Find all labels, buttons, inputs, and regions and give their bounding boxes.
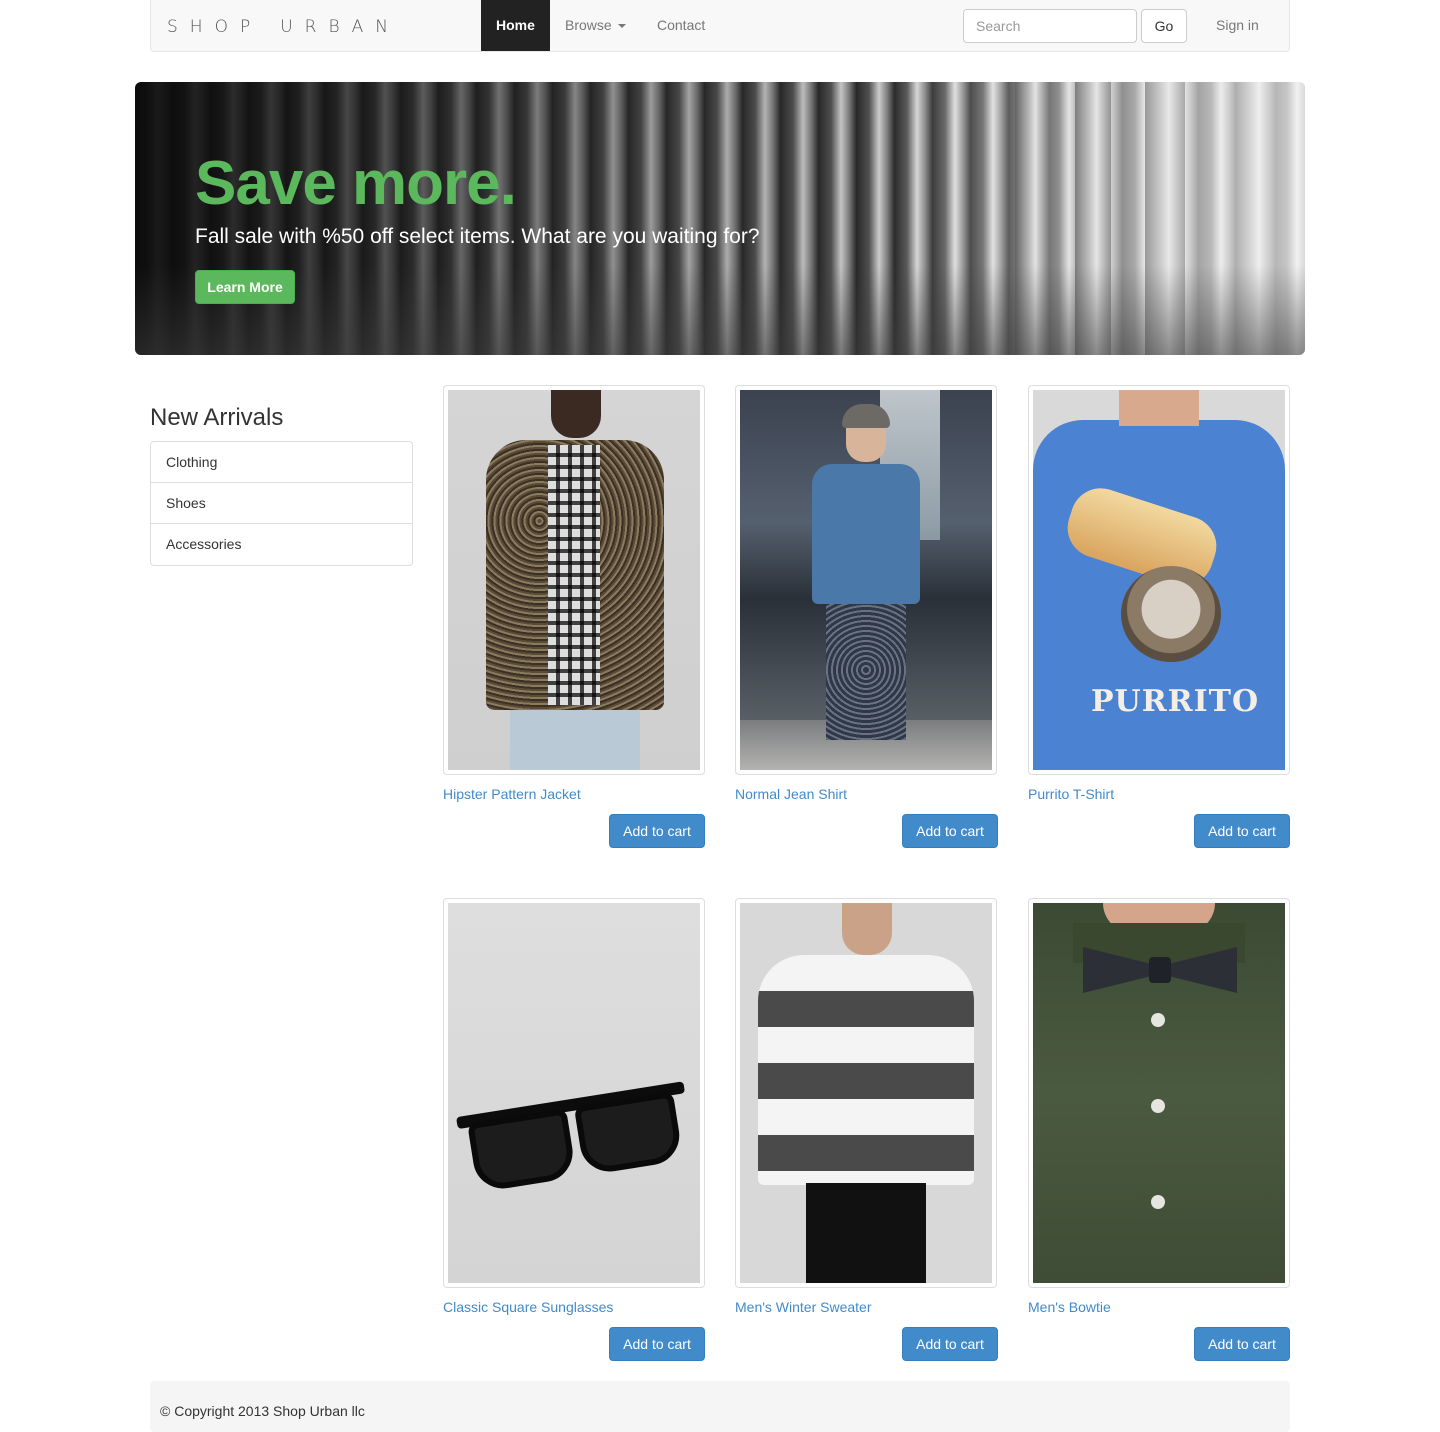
add-to-cart-button[interactable]: Add to cart [902,1327,998,1361]
product-name-link[interactable]: Classic Square Sunglasses [443,1299,613,1315]
product-name-link[interactable]: Men's Bowtie [1028,1299,1111,1315]
sign-in-link[interactable]: Sign in [1201,0,1274,51]
product-thumbnail[interactable] [1028,898,1290,1288]
hero-banner: Save more. Fall sale with %50 off select… [135,82,1305,355]
hero-title: Save more. [195,149,517,218]
category-list: Clothing Shoes Accessories [150,441,413,566]
product-image-sunglasses [448,903,700,1283]
product-thumbnail[interactable] [735,898,997,1288]
search-go-button[interactable]: Go [1141,9,1187,43]
search-input[interactable] [963,9,1137,43]
nav-browse-dropdown[interactable]: Browse [550,0,641,51]
product-name-link[interactable]: Hipster Pattern Jacket [443,786,581,802]
caret-down-icon [617,24,626,29]
brand-logo[interactable]: SHOP URBAN [167,17,400,37]
nav-browse-label: Browse [565,17,612,33]
brand-word-urban: URBAN [280,17,400,37]
top-navbar: SHOP URBAN Home Browse Contact Go Sign in [150,0,1290,52]
learn-more-button[interactable]: Learn More [195,270,295,304]
category-item-shoes[interactable]: Shoes [151,483,412,524]
product-thumbnail[interactable] [443,898,705,1288]
copyright-text: © Copyright 2013 Shop Urban llc [160,1403,365,1419]
nav-contact[interactable]: Contact [642,0,720,51]
hero-floor-shadow [135,265,1305,355]
product-name-link[interactable]: Purrito T-Shirt [1028,786,1114,802]
nav-home[interactable]: Home [481,0,550,51]
add-to-cart-button[interactable]: Add to cart [1194,814,1290,848]
add-to-cart-button[interactable]: Add to cart [902,814,998,848]
add-to-cart-button[interactable]: Add to cart [609,814,705,848]
product-image-jean-shirt [740,390,992,770]
product-thumbnail[interactable]: PURRITO [1028,385,1290,775]
tshirt-print-text: PURRITO [1091,684,1260,719]
category-item-accessories[interactable]: Accessories [151,524,412,565]
product-image-jacket [448,390,700,770]
product-image-sweater [740,903,992,1283]
hero-subtitle: Fall sale with %50 off select items. Wha… [195,225,760,248]
page-footer: © Copyright 2013 Shop Urban llc [150,1381,1290,1432]
sidebar-title: New Arrivals [150,404,284,431]
product-image-purrito-tshirt: PURRITO [1033,390,1285,770]
product-thumbnail[interactable] [443,385,705,775]
product-name-link[interactable]: Normal Jean Shirt [735,786,847,802]
add-to-cart-button[interactable]: Add to cart [609,1327,705,1361]
add-to-cart-button[interactable]: Add to cart [1194,1327,1290,1361]
product-name-link[interactable]: Men's Winter Sweater [735,1299,872,1315]
product-image-bowtie [1033,903,1285,1283]
brand-word-shop: SHOP [167,17,263,37]
product-thumbnail[interactable] [735,385,997,775]
category-item-clothing[interactable]: Clothing [151,442,412,483]
